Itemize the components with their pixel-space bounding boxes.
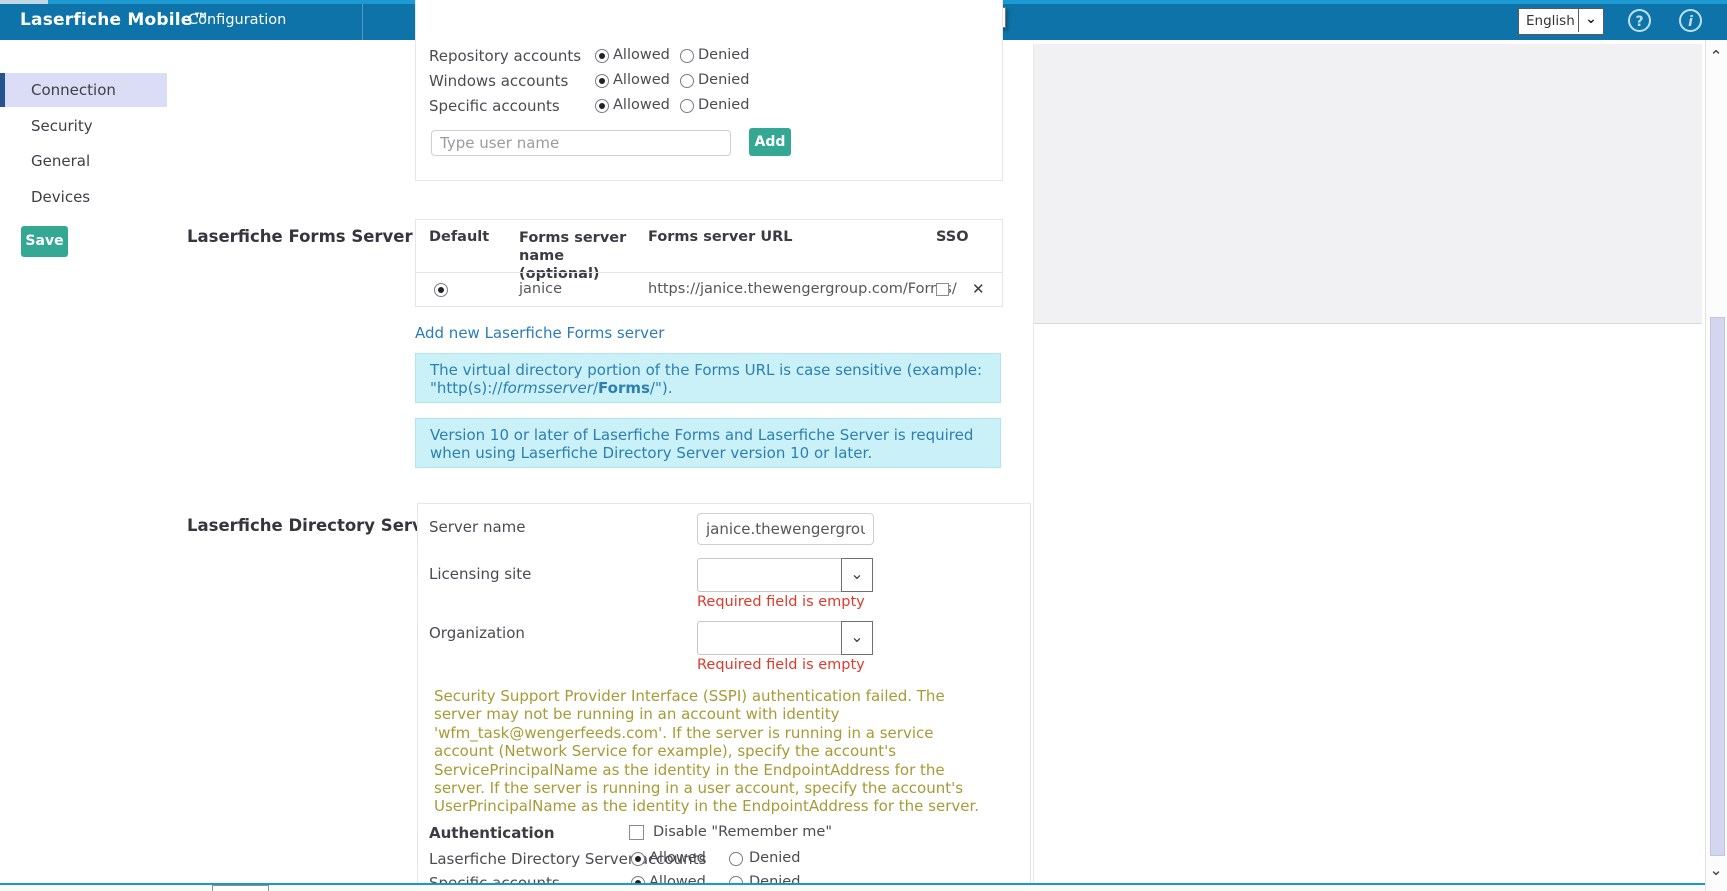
- allowed-label: Allowed: [613, 97, 670, 113]
- allowed-label: Allowed: [613, 72, 670, 88]
- sidebar-item-general[interactable]: General: [31, 152, 151, 172]
- language-selected-value: English: [1526, 13, 1575, 29]
- lds-allowed-radio[interactable]: [631, 852, 645, 866]
- col-header-url: Forms server URL: [648, 229, 793, 245]
- col-header-default: Default: [429, 229, 490, 245]
- horizontal-scrollbar-thumb[interactable]: [212, 885, 269, 891]
- denied-label: Denied: [749, 850, 801, 866]
- col-header-sso: SSO: [936, 229, 969, 245]
- allowed-label: Allowed: [613, 47, 670, 63]
- sidebar-item-devices[interactable]: Devices: [31, 188, 151, 208]
- allowed-label: Allowed: [649, 850, 706, 866]
- scroll-down-icon[interactable]: ⌄: [1705, 860, 1727, 880]
- sidebar-active-bar: [0, 73, 5, 107]
- denied-label: Denied: [698, 97, 750, 113]
- chevron-down-icon[interactable]: ⌄: [841, 621, 873, 655]
- repository-denied-radio[interactable]: [680, 49, 694, 63]
- add-forms-server-link[interactable]: Add new Laserfiche Forms server: [415, 324, 664, 342]
- authentication-label: Authentication: [429, 824, 555, 842]
- licensing-site-select[interactable]: ⌄: [697, 558, 873, 592]
- save-button[interactable]: Save: [21, 226, 68, 257]
- forms-server-table: Default Forms server name (optional) For…: [415, 219, 1003, 307]
- forms-server-url-cell: https://janice.thewengergroup.com/Forms/: [648, 281, 957, 297]
- topbar-divider: [362, 4, 363, 40]
- repository-allowed-radio[interactable]: [595, 49, 609, 63]
- content-right-edge: [1033, 44, 1034, 884]
- disable-remember-me-checkbox[interactable]: [629, 825, 644, 840]
- specific-accounts-label: Specific accounts: [429, 97, 560, 115]
- sspi-error-message: Security Support Provider Interface (SSP…: [434, 687, 980, 816]
- sso-checkbox[interactable]: [936, 283, 949, 296]
- directory-server-panel: Server name Licensing site ⌄ Required fi…: [417, 503, 1031, 884]
- organization-error: Required field is empty: [697, 657, 865, 673]
- language-select[interactable]: English ⌄: [1518, 8, 1604, 35]
- server-name-input[interactable]: [697, 513, 874, 545]
- version-note: Version 10 or later of Laserfiche Forms …: [415, 418, 1001, 468]
- delete-server-x-icon[interactable]: ✕: [972, 280, 985, 298]
- browser-edge-artifact: [0, 0, 48, 4]
- organization-select[interactable]: ⌄: [697, 621, 873, 655]
- windows-accounts-label: Windows accounts: [429, 72, 569, 90]
- directory-server-section-title: Laserfiche Directory Server: [187, 516, 443, 535]
- windows-denied-radio[interactable]: [680, 74, 694, 88]
- scroll-up-icon[interactable]: ⌃: [1705, 46, 1727, 66]
- specific-allowed-radio[interactable]: [595, 99, 609, 113]
- default-server-radio[interactable]: [434, 283, 448, 297]
- app-logo: Laserfiche Mobile™: [20, 10, 210, 30]
- disable-remember-me-label: Disable "Remember me": [653, 824, 832, 840]
- forms-server-name-cell: janice: [519, 281, 563, 297]
- page-background-block: [1033, 44, 1702, 324]
- lds-denied-radio[interactable]: [729, 852, 743, 866]
- help-icon[interactable]: ?: [1628, 9, 1651, 32]
- info-icon[interactable]: i: [1679, 9, 1702, 32]
- nav-item-configuration[interactable]: Configuration: [188, 12, 286, 28]
- chevron-down-icon[interactable]: ⌄: [841, 558, 873, 592]
- organization-label: Organization: [429, 624, 525, 642]
- specific-denied-radio[interactable]: [680, 99, 694, 113]
- licensing-site-error: Required field is empty: [697, 594, 865, 610]
- forms-url-note: The virtual directory portion of the For…: [415, 353, 1001, 403]
- app-window: Laserfiche Mobile™ Configuration Show Ad…: [0, 0, 1727, 891]
- server-name-label: Server name: [429, 518, 526, 536]
- sidebar-item-security[interactable]: Security: [31, 117, 151, 137]
- username-input[interactable]: [431, 130, 731, 156]
- denied-label: Denied: [698, 72, 750, 88]
- vertical-scrollbar-thumb[interactable]: [1710, 317, 1725, 856]
- add-user-button[interactable]: Add: [749, 128, 791, 156]
- col-header-name: Forms server name (optional): [519, 230, 627, 282]
- repository-accounts-label: Repository accounts: [429, 47, 582, 65]
- chevron-down-icon[interactable]: ⌄: [1578, 9, 1603, 32]
- licensing-site-label: Licensing site: [429, 565, 532, 583]
- accounts-panel: Repository accounts Allowed Denied Windo…: [415, 0, 1003, 181]
- table-header-separator: [416, 272, 1002, 273]
- sidebar-item-connection[interactable]: Connection: [31, 81, 151, 101]
- windows-allowed-radio[interactable]: [595, 74, 609, 88]
- forms-server-section-title: Laserfiche Forms Server: [187, 227, 413, 246]
- denied-label: Denied: [698, 47, 750, 63]
